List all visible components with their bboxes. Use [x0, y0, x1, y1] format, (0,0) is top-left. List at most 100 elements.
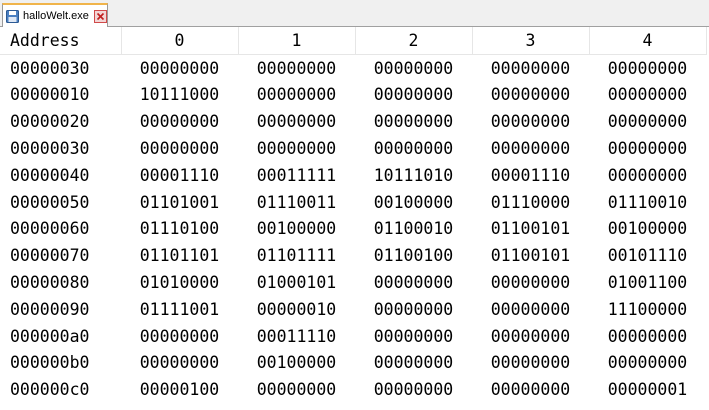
save-disk-icon: [6, 9, 19, 23]
table-row: 00000060 01110100 00100000 01100010 01100101…: [0, 216, 706, 243]
byte-cell[interactable]: 00100000: [238, 350, 355, 377]
byte-cell[interactable]: 00000000: [355, 350, 472, 377]
byte-cell[interactable]: 00100000: [589, 216, 706, 243]
byte-cell[interactable]: 00000000: [589, 82, 706, 109]
byte-cell[interactable]: 00011111: [238, 162, 355, 189]
byte-cell[interactable]: 00000000: [238, 54, 355, 81]
byte-cell[interactable]: 00000000: [472, 296, 589, 323]
table-row: 00000080 01010000 01000101 00000000 00000000…: [0, 269, 706, 296]
byte-cell[interactable]: 00001110: [121, 162, 238, 189]
byte-cell[interactable]: 00000000: [355, 135, 472, 162]
byte-cell[interactable]: 01100010: [355, 216, 472, 243]
column-header-address[interactable]: Address: [0, 27, 122, 55]
address-cell: 00000090: [10, 299, 90, 319]
byte-cell[interactable]: 10111000: [121, 82, 238, 109]
byte-cell[interactable]: 00000000: [121, 350, 238, 377]
table-row: 000000a0 00000000 00011110 00000000 00000000…: [0, 323, 706, 350]
table-row: 00000090 01111001 00000010 00000000 00000000…: [0, 296, 706, 323]
byte-cell[interactable]: 00000001: [589, 376, 706, 403]
byte-cell[interactable]: 11100000: [589, 296, 706, 323]
byte-cell[interactable]: 01100100: [355, 242, 472, 269]
table-row: 00000020 00000000 00000000 00000000 00000000…: [0, 108, 706, 135]
byte-cell[interactable]: 00000000: [238, 108, 355, 135]
address-cell: 00000010: [10, 85, 90, 105]
byte-cell[interactable]: 01000101: [238, 269, 355, 296]
table-row: 00000070 01101101 01101111 01100100 01100101…: [0, 242, 706, 269]
header-row: Address 0 1 2 3 4: [0, 27, 707, 55]
table-row: 00000030 00000000 00000000 00000000 00000000…: [0, 135, 706, 162]
byte-cell[interactable]: 01101111: [238, 242, 355, 269]
byte-cell[interactable]: 00000000: [355, 323, 472, 350]
byte-cell[interactable]: 00001110: [472, 162, 589, 189]
close-icon[interactable]: [93, 9, 107, 23]
binary-table: Address 0 1 2 3 4 00000030 00000000 00000000 000…: [0, 27, 707, 403]
byte-cell[interactable]: 00000000: [355, 82, 472, 109]
byte-cell[interactable]: 00000000: [589, 350, 706, 377]
byte-cell[interactable]: 00000100: [121, 376, 238, 403]
byte-cell[interactable]: 01110100: [121, 216, 238, 243]
column-header-3[interactable]: 3: [472, 27, 590, 55]
byte-cell[interactable]: 00000000: [121, 54, 238, 81]
byte-cell[interactable]: 00000000: [121, 135, 238, 162]
address-cell: 00000060: [10, 219, 90, 239]
byte-cell[interactable]: 00000000: [472, 135, 589, 162]
byte-cell[interactable]: 01101101: [121, 242, 238, 269]
byte-cell[interactable]: 00000000: [472, 269, 589, 296]
byte-cell[interactable]: 00000000: [355, 54, 472, 81]
byte-cell[interactable]: 00000000: [238, 376, 355, 403]
address-cell: 00000040: [10, 165, 90, 185]
byte-cell[interactable]: 01110010: [589, 189, 706, 216]
column-header-1[interactable]: 1: [238, 27, 356, 55]
byte-cell[interactable]: 00000000: [472, 350, 589, 377]
byte-cell[interactable]: 01110011: [238, 189, 355, 216]
address-cell: 000000c0: [10, 380, 90, 400]
tab-label: halloWelt.exe: [23, 10, 89, 22]
hex-view: Address 0 1 2 3 4 00000030 00000000 00000000 000…: [0, 27, 709, 410]
byte-cell[interactable]: 00000000: [121, 108, 238, 135]
byte-cell[interactable]: 00000000: [238, 135, 355, 162]
byte-cell[interactable]: 01100101: [472, 242, 589, 269]
address-cell: 00000070: [10, 246, 90, 266]
address-cell: 000000b0: [10, 353, 90, 373]
byte-cell[interactable]: 10111010: [355, 162, 472, 189]
byte-cell[interactable]: 00000000: [121, 323, 238, 350]
byte-cell[interactable]: 00000000: [472, 108, 589, 135]
byte-cell[interactable]: 00011110: [238, 323, 355, 350]
byte-cell[interactable]: 00100000: [355, 189, 472, 216]
byte-cell[interactable]: 01101001: [121, 189, 238, 216]
table-row: 000000b0 00000000 00100000 00000000 00000000…: [0, 350, 706, 377]
byte-cell[interactable]: 00101110: [589, 242, 706, 269]
table-row: 000000c0 00000100 00000000 00000000 00000000…: [0, 376, 706, 403]
byte-cell[interactable]: 00000000: [238, 82, 355, 109]
byte-cell[interactable]: 00000000: [355, 376, 472, 403]
table-row: 00000030 00000000 00000000 00000000 00000000…: [0, 54, 706, 81]
address-cell: 00000050: [10, 192, 90, 212]
byte-cell[interactable]: 00000000: [589, 162, 706, 189]
address-cell: 00000080: [10, 273, 90, 293]
byte-cell[interactable]: 01110000: [472, 189, 589, 216]
byte-cell[interactable]: 00000010: [238, 296, 355, 323]
byte-cell[interactable]: 00000000: [355, 108, 472, 135]
byte-cell[interactable]: 00000000: [472, 54, 589, 81]
byte-cell[interactable]: 01111001: [121, 296, 238, 323]
tab-hallowelt-exe[interactable]: halloWelt.exe: [2, 3, 108, 27]
byte-cell[interactable]: 00000000: [589, 108, 706, 135]
byte-cell[interactable]: 00100000: [238, 216, 355, 243]
byte-cell[interactable]: 01010000: [121, 269, 238, 296]
byte-cell[interactable]: 00000000: [355, 296, 472, 323]
byte-cell[interactable]: 00000000: [355, 269, 472, 296]
byte-cell[interactable]: 00000000: [589, 135, 706, 162]
byte-cell[interactable]: 01100101: [472, 216, 589, 243]
byte-cell[interactable]: 00000000: [589, 323, 706, 350]
byte-cell[interactable]: 00000000: [472, 82, 589, 109]
byte-cell[interactable]: 00000000: [589, 54, 706, 81]
byte-cell[interactable]: 01001100: [589, 269, 706, 296]
byte-cell[interactable]: 00000000: [472, 323, 589, 350]
byte-cell[interactable]: 00000000: [472, 376, 589, 403]
address-cell: 000000a0: [10, 326, 90, 346]
table-row: 00000040 00001110 00011111 10111010 00001110…: [0, 162, 706, 189]
column-header-4[interactable]: 4: [589, 27, 707, 55]
table-row: 00000050 01101001 01110011 00100000 01110000…: [0, 189, 706, 216]
column-header-0[interactable]: 0: [121, 27, 239, 55]
column-header-2[interactable]: 2: [355, 27, 473, 55]
